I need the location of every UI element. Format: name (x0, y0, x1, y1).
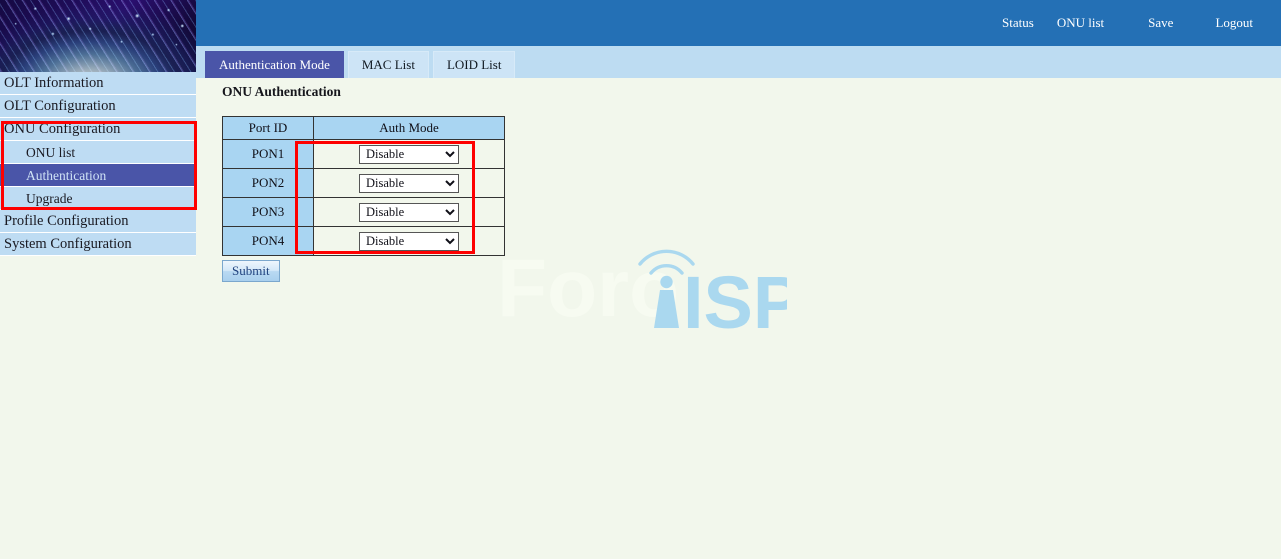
tab-authentication-mode[interactable]: Authentication Mode (205, 51, 344, 78)
sidebar-item-olt-configuration[interactable]: OLT Configuration (0, 95, 196, 118)
main-content: ONU Authentication Port ID Auth Mode PON… (196, 78, 1281, 559)
sidebar-item-profile-configuration[interactable]: Profile Configuration (0, 210, 196, 233)
table-header-row: Port ID Auth Mode (223, 117, 505, 140)
cell-auth-mode-pon1: DisableMACLOIDLOID+PWDHybrid (314, 140, 505, 169)
nav-link-save[interactable]: Save (1148, 0, 1173, 46)
table-row: PON1 DisableMACLOIDLOID+PWDHybrid (223, 140, 505, 169)
sidebar-item-upgrade[interactable]: Upgrade (0, 187, 196, 210)
cell-port-pon1: PON1 (223, 140, 314, 169)
nav-link-status[interactable]: Status (1002, 0, 1034, 46)
site-banner-image (0, 0, 196, 72)
fiber-light-dots-graphic (0, 0, 196, 72)
column-header-port-id: Port ID (223, 117, 314, 140)
tab-mac-list[interactable]: MAC List (348, 51, 429, 78)
auth-mode-select-pon1[interactable]: DisableMACLOIDLOID+PWDHybrid (359, 145, 459, 164)
table-row: PON2 DisableMACLOIDLOID+PWDHybrid (223, 169, 505, 198)
onu-authentication-table: Port ID Auth Mode PON1 DisableMACLOIDLOI… (222, 116, 505, 256)
cell-auth-mode-pon4: DisableMACLOIDLOID+PWDHybrid (314, 227, 505, 256)
sidebar-item-olt-information[interactable]: OLT Information (0, 72, 196, 95)
auth-mode-select-pon4[interactable]: DisableMACLOIDLOID+PWDHybrid (359, 232, 459, 251)
cell-auth-mode-pon3: DisableMACLOIDLOID+PWDHybrid (314, 198, 505, 227)
sidebar-menu: OLT Information OLT Configuration ONU Co… (0, 72, 196, 256)
submit-button[interactable]: Submit (222, 260, 280, 282)
nav-link-logout[interactable]: Logout (1215, 0, 1253, 46)
cell-port-pon3: PON3 (223, 198, 314, 227)
auth-mode-select-pon3[interactable]: DisableMACLOIDLOID+PWDHybrid (359, 203, 459, 222)
tab-loid-list[interactable]: LOID List (433, 51, 516, 78)
nav-link-onu-list[interactable]: ONU list (1057, 0, 1104, 46)
column-header-auth-mode: Auth Mode (314, 117, 505, 140)
cell-port-pon4: PON4 (223, 227, 314, 256)
page-title: ONU Authentication (222, 84, 341, 100)
sidebar-item-onu-list[interactable]: ONU list (0, 141, 196, 164)
table-row: PON3 DisableMACLOIDLOID+PWDHybrid (223, 198, 505, 227)
tab-bar: Authentication Mode MAC List LOID List (205, 51, 519, 78)
cell-port-pon2: PON2 (223, 169, 314, 198)
sidebar-item-authentication[interactable]: Authentication (0, 164, 196, 187)
auth-mode-select-pon2[interactable]: DisableMACLOIDLOID+PWDHybrid (359, 174, 459, 193)
cell-auth-mode-pon2: DisableMACLOIDLOID+PWDHybrid (314, 169, 505, 198)
sidebar-item-system-configuration[interactable]: System Configuration (0, 233, 196, 256)
sidebar-item-onu-configuration[interactable]: ONU Configuration (0, 118, 196, 141)
top-header-bar: Status ONU list Save Logout (196, 0, 1281, 46)
header-nav: Status ONU list Save Logout (1002, 0, 1281, 46)
table-row: PON4 DisableMACLOIDLOID+PWDHybrid (223, 227, 505, 256)
tab-strip: Authentication Mode MAC List LOID List (196, 46, 1281, 78)
